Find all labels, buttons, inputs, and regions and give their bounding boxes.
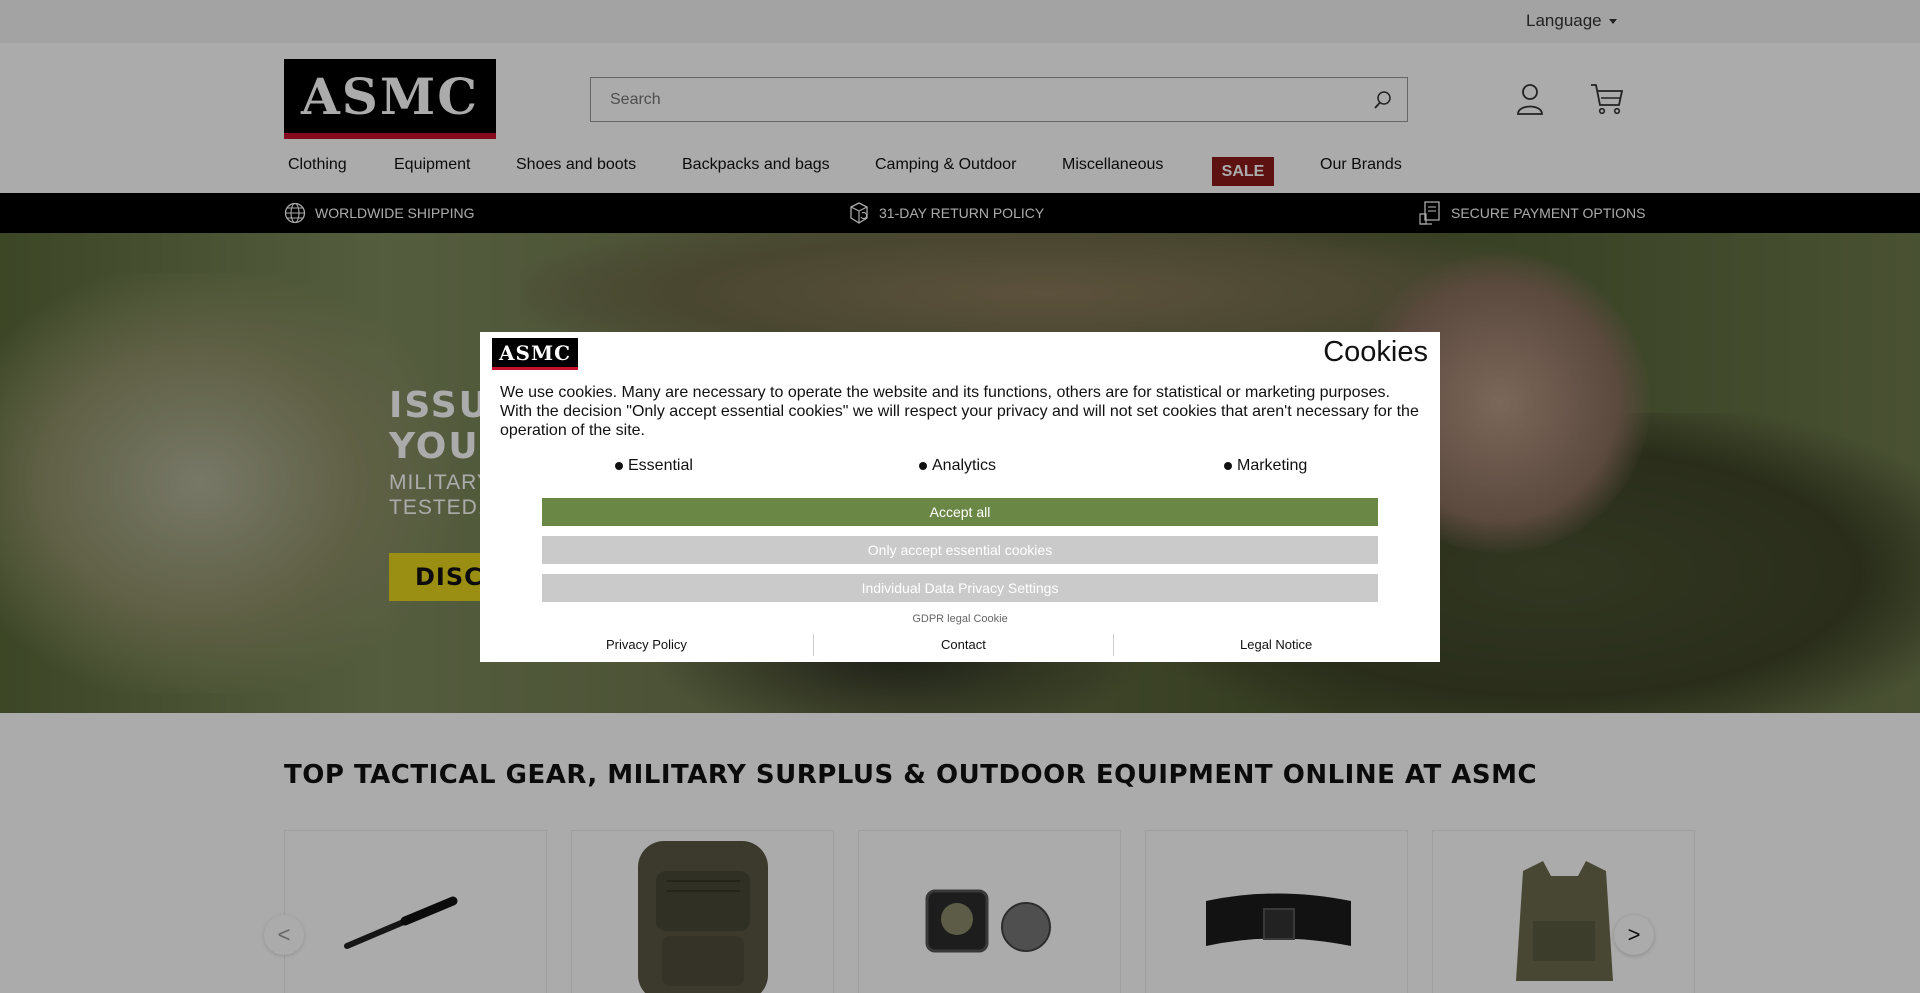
gdpr-label[interactable]: GDPR legal Cookie bbox=[480, 613, 1440, 625]
cookie-category-label: Analytics bbox=[932, 457, 997, 474]
cookie-category-analytics[interactable]: Analytics bbox=[919, 457, 996, 475]
cookie-modal-text: We use cookies. Many are necessary to op… bbox=[500, 384, 1419, 439]
legal-notice-link[interactable]: Legal Notice bbox=[1240, 637, 1312, 652]
cookie-consent-modal: ASMC Cookies We use cookies. Many are ne… bbox=[480, 332, 1440, 662]
only-essential-button[interactable]: Only accept essential cookies bbox=[542, 536, 1378, 564]
cookie-category-label: Marketing bbox=[1237, 457, 1308, 474]
cookie-category-marketing[interactable]: Marketing bbox=[1224, 457, 1307, 475]
cookie-category-essential[interactable]: Essential bbox=[615, 457, 693, 475]
accept-all-button[interactable]: Accept all bbox=[542, 498, 1378, 526]
bullet-icon bbox=[919, 462, 927, 470]
individual-privacy-settings-button[interactable]: Individual Data Privacy Settings bbox=[542, 574, 1378, 602]
cookie-modal-logo: ASMC bbox=[492, 338, 578, 370]
divider bbox=[813, 634, 814, 656]
divider bbox=[1113, 634, 1114, 656]
cookie-modal-logo-text: ASMC bbox=[498, 340, 572, 365]
cookie-modal-links: Privacy Policy Contact Legal Notice bbox=[480, 634, 1440, 656]
privacy-policy-link[interactable]: Privacy Policy bbox=[606, 637, 687, 652]
bullet-icon bbox=[615, 462, 623, 470]
bullet-icon bbox=[1224, 462, 1232, 470]
cookie-category-label: Essential bbox=[628, 457, 693, 474]
cookie-modal-title: Cookies bbox=[1323, 336, 1428, 368]
contact-link[interactable]: Contact bbox=[941, 637, 986, 652]
